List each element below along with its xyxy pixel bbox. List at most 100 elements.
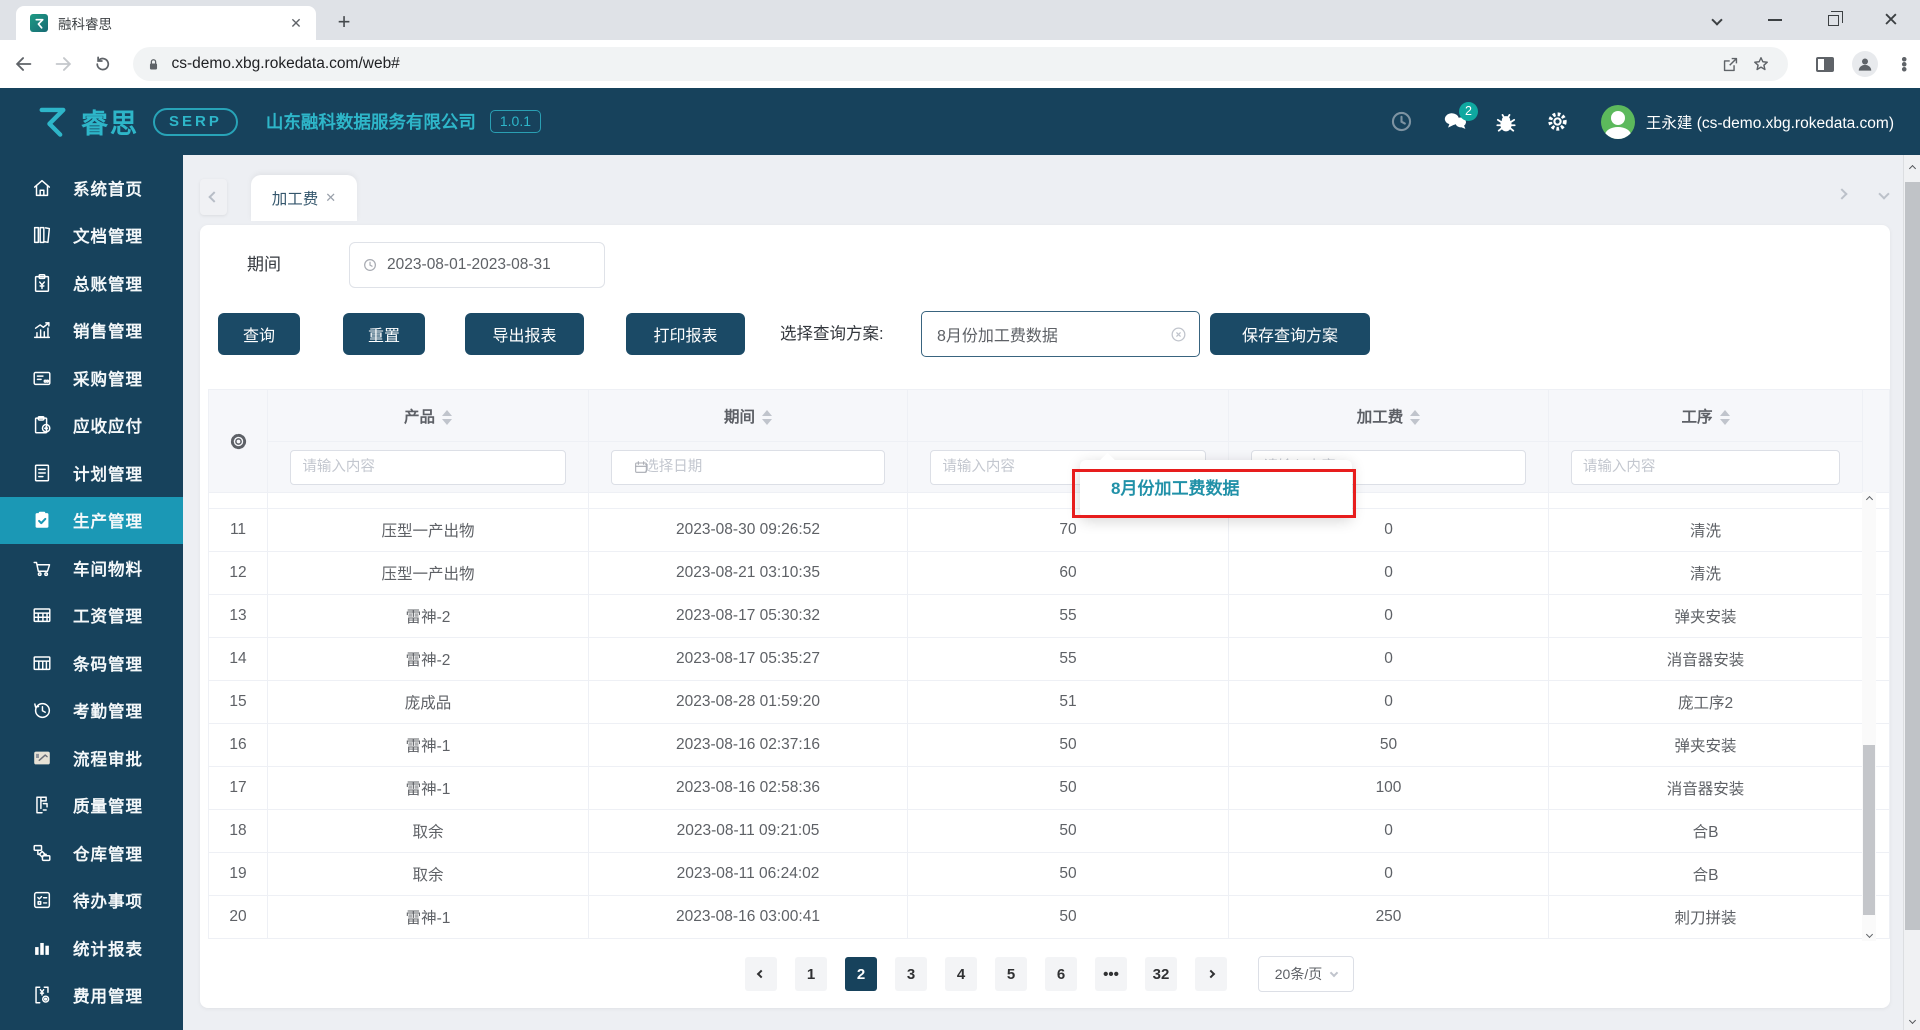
sidebar-item-label: 费用管理	[73, 988, 143, 1007]
page-scrollbar[interactable]	[1903, 155, 1920, 1030]
sidebar-item-planning[interactable]: 计划管理	[0, 449, 183, 497]
sidebar-item-label: 仓库管理	[73, 845, 143, 864]
sidebar-item-approval[interactable]: 流程审批	[0, 734, 183, 782]
browser-tab[interactable]: 融科睿思 ✕	[16, 6, 316, 40]
scheme-select[interactable]	[921, 311, 1200, 357]
table-scroll-thumb[interactable]	[1863, 745, 1875, 915]
main-area: 加工费 ✕ 期间 查询 重置 导出报表 打印报表 选择查询方案:	[183, 155, 1920, 1030]
sidebar-item-purchasing[interactable]: 采购管理	[0, 354, 183, 402]
sidebar-item-workshop-materials[interactable]: 车间物料	[0, 544, 183, 592]
column-header-2[interactable]	[907, 389, 1229, 442]
pagination-next-icon[interactable]	[1195, 957, 1227, 991]
sidebar-item-attendance[interactable]: 考勤管理	[0, 687, 183, 735]
browser-menu-kebab-icon[interactable]: • • •	[1889, 47, 1920, 81]
save-scheme-button[interactable]: 保存查询方案	[1210, 313, 1370, 355]
period-date-range-input[interactable]	[349, 242, 605, 288]
scheme-dropdown-option[interactable]: 8月份加工费数据	[1080, 460, 1352, 518]
sort-icons[interactable]	[1410, 410, 1421, 425]
sort-icons[interactable]	[442, 410, 452, 425]
bookmark-star-icon[interactable]	[1746, 49, 1776, 79]
side-panel-icon[interactable]	[1810, 47, 1842, 81]
sidebar-item-production[interactable]: 生产管理	[0, 496, 183, 544]
sidebar-item-barcode[interactable]: 条码管理	[0, 639, 183, 687]
table-row[interactable]: 20 雷神-1 2023-08-16 03:00:41 50 250 刺刀拼装	[208, 895, 1890, 939]
pagination-prev-icon[interactable]	[745, 957, 777, 991]
table-row[interactable]: 15 庞成品 2023-08-28 01:59:20 51 0 庞工序2	[208, 680, 1890, 724]
back-icon[interactable]	[8, 47, 40, 81]
column-header-1[interactable]: 期间	[588, 389, 908, 442]
pagination-page-4[interactable]: 4	[945, 957, 977, 991]
pagination-page-5[interactable]: 5	[995, 957, 1027, 991]
sort-icons[interactable]	[762, 410, 772, 425]
scheme-dropdown-panel: 8月份加工费数据	[1080, 452, 1352, 518]
column-filter-0[interactable]	[268, 449, 588, 485]
tab-collapse-icon[interactable]	[1878, 185, 1890, 203]
sidebar-item-documents[interactable]: 文档管理	[0, 212, 183, 260]
window-close-button[interactable]: ✕	[1862, 0, 1920, 40]
window-restore-button[interactable]	[1804, 0, 1862, 40]
browser-profile-avatar[interactable]	[1849, 47, 1881, 81]
table-row[interactable]: 19 取余 2023-08-11 06:24:02 50 0 合B	[208, 852, 1890, 896]
sidebar-item-general-ledger[interactable]: 总账管理	[0, 259, 183, 307]
address-bar[interactable]: cs-demo.xbg.rokedata.com/web#	[132, 47, 1788, 81]
sidebar-item-quality[interactable]: 质量管理	[0, 782, 183, 830]
messages-icon[interactable]: 2	[1441, 101, 1478, 135]
table-row[interactable]: 14 雷神-2 2023-08-17 05:35:27 55 0 消音器安装	[208, 637, 1890, 681]
bug-icon[interactable]	[1493, 109, 1519, 135]
sidebar-item-warehouse[interactable]: 仓库管理	[0, 829, 183, 877]
pagination-ellipsis[interactable]: •••	[1095, 957, 1127, 991]
column-filter-1[interactable]	[589, 449, 907, 485]
search-button[interactable]: 查询	[218, 313, 300, 355]
column-settings-gear-icon[interactable]	[208, 389, 268, 493]
reload-icon[interactable]	[87, 47, 119, 81]
sidebar-item-sales[interactable]: 销售管理	[0, 307, 183, 355]
table-scroll-down-icon[interactable]	[1862, 927, 1876, 941]
pagination-page-2[interactable]: 2	[845, 957, 877, 991]
pagination-page-3[interactable]: 3	[895, 957, 927, 991]
tab-scroll-right-icon[interactable]	[1836, 185, 1848, 203]
page-size-select[interactable]: 20条/页	[1258, 956, 1354, 992]
page-scroll-thumb[interactable]	[1905, 182, 1920, 930]
share-icon[interactable]	[1716, 49, 1746, 79]
workspace-tab-close-icon[interactable]: ✕	[325, 190, 336, 206]
new-tab-button[interactable]: +	[330, 9, 358, 37]
column-header-4[interactable]: 工序	[1548, 389, 1863, 442]
user-avatar[interactable]	[1600, 104, 1635, 139]
scheme-select-label: 选择查询方案:	[780, 325, 884, 343]
sidebar-item-salary[interactable]: 工资管理	[0, 592, 183, 640]
export-report-button[interactable]: 导出报表	[465, 313, 584, 355]
clear-circle-icon[interactable]	[1169, 325, 1188, 344]
print-report-button[interactable]: 打印报表	[626, 313, 745, 355]
reset-button[interactable]: 重置	[343, 313, 425, 355]
table-row[interactable]: 12 压型一产出物 2023-08-21 03:10:35 60 0 清洗	[208, 551, 1890, 595]
tab-close-icon[interactable]: ✕	[286, 13, 306, 33]
sort-icons[interactable]	[1719, 410, 1730, 425]
table-row[interactable]: 11 压型一产出物 2023-08-30 09:26:52 70 0 清洗	[208, 508, 1890, 552]
table-vertical-scrollbar[interactable]	[1862, 492, 1876, 941]
page-scroll-up-icon[interactable]	[1904, 161, 1920, 176]
pagination-page-32[interactable]: 32	[1145, 957, 1177, 991]
column-header-3[interactable]: 加工费	[1228, 389, 1549, 442]
sidebar-item-reports[interactable]: 统计报表	[0, 924, 183, 972]
sidebar-item-receivable-payable[interactable]: 应收应付	[0, 402, 183, 450]
window-minimize-button[interactable]	[1746, 0, 1804, 40]
sidebar-item-todo[interactable]: 待办事项	[0, 877, 183, 925]
tab-scroll-left-icon[interactable]	[200, 179, 227, 215]
forward-icon[interactable]	[48, 47, 80, 81]
table-row[interactable]: 13 雷神-2 2023-08-17 05:30:32 55 0 弹夹安装	[208, 594, 1890, 638]
sidebar-item-home[interactable]: 系统首页	[0, 164, 183, 212]
history-clock-icon[interactable]	[1389, 109, 1415, 135]
table-scroll-up-icon[interactable]	[1862, 492, 1876, 506]
page-scroll-down-icon[interactable]	[1904, 1013, 1920, 1028]
column-header-0[interactable]: 产品	[267, 389, 589, 442]
table-row[interactable]: 16 雷神-1 2023-08-16 02:37:16 50 50 弹夹安装	[208, 723, 1890, 767]
table-row[interactable]: 17 雷神-1 2023-08-16 02:58:36 50 100 消音器安装	[208, 766, 1890, 810]
tab-search-icon[interactable]	[1688, 0, 1746, 40]
settings-gear-icon[interactable]	[1545, 109, 1571, 135]
pagination-page-6[interactable]: 6	[1045, 957, 1077, 991]
sidebar-item-expense[interactable]: 费用管理	[0, 972, 183, 1020]
workspace-tab-processing-fee[interactable]: 加工费 ✕	[251, 175, 357, 221]
table-row[interactable]: 18 取余 2023-08-11 09:21:05 50 0 合B	[208, 809, 1890, 853]
column-filter-4[interactable]	[1549, 449, 1862, 485]
pagination-page-1[interactable]: 1	[795, 957, 827, 991]
